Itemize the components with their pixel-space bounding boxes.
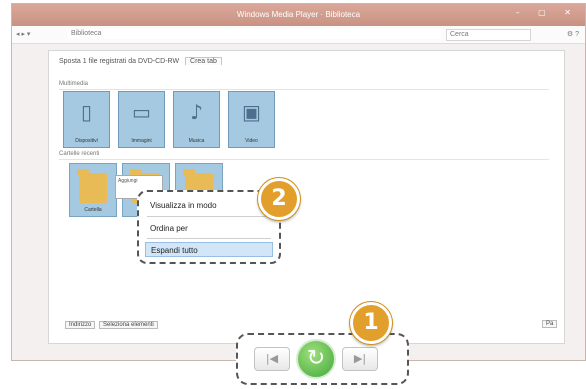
tile-devices[interactable]: ▯ Dispositivi bbox=[63, 91, 110, 148]
page-title: Sposta 1 file registrati da DVD-CD-RW Cr… bbox=[59, 57, 222, 65]
section-divider bbox=[59, 89, 549, 90]
status-item[interactable]: Indirizzo bbox=[65, 321, 96, 329]
picture-icon: ▭ bbox=[132, 100, 151, 124]
navigation-bar: ◂ ▸ ▾ Biblioteca Cerca ⚙ ? bbox=[12, 26, 585, 44]
media-player-window: Windows Media Player · Biblioteca – ▢ ✕ … bbox=[11, 3, 586, 361]
address-bar[interactable]: Biblioteca bbox=[68, 29, 441, 39]
folder-label: Cartella bbox=[84, 207, 102, 213]
status-bar: Indirizzo Seleziona elementi bbox=[65, 321, 160, 329]
music-note-icon: ♪ bbox=[190, 100, 203, 124]
window-controls[interactable]: – ▢ ✕ bbox=[516, 8, 579, 17]
title-bar: Windows Media Player · Biblioteca – ▢ ✕ bbox=[12, 4, 585, 26]
tile-music[interactable]: ♪ Musica bbox=[173, 91, 220, 148]
section-media-label: Multimedia bbox=[59, 81, 89, 87]
status-item[interactable]: Seleziona elementi bbox=[99, 321, 158, 329]
menu-item-expand-all[interactable]: Espandi tutto bbox=[145, 242, 273, 257]
next-track-button[interactable]: ▶| bbox=[342, 347, 378, 371]
tools-icon[interactable]: ⚙ ? bbox=[567, 30, 579, 38]
tab-create[interactable]: Crea tab bbox=[185, 57, 222, 65]
tile-label: Video bbox=[245, 138, 258, 144]
repeat-play-button[interactable]: ↻ bbox=[296, 339, 336, 379]
section-divider bbox=[59, 159, 549, 160]
tile-label: Dispositivi bbox=[75, 138, 98, 144]
tile-video[interactable]: ▣ Video bbox=[228, 91, 275, 148]
back-forward-arrows-icon[interactable]: ◂ ▸ ▾ bbox=[16, 30, 30, 38]
tile-label: Immagini bbox=[131, 138, 152, 144]
search-input[interactable]: Cerca bbox=[446, 29, 531, 41]
playback-controls: |◀ ↻ ▶| bbox=[236, 333, 409, 385]
menu-item-sort-by[interactable]: Ordina per bbox=[145, 221, 278, 236]
menu-separator bbox=[147, 238, 271, 239]
section-folders-label: Cartelle recenti bbox=[59, 151, 100, 157]
folder-item[interactable]: Cartella bbox=[69, 163, 117, 217]
folder-icon bbox=[77, 169, 107, 203]
status-right-button[interactable]: Pa bbox=[542, 320, 558, 328]
window-title: Windows Media Player · Biblioteca bbox=[236, 10, 361, 19]
tile-label: Musica bbox=[188, 138, 205, 144]
step-2-badge: 2 bbox=[258, 178, 300, 220]
previous-track-button[interactable]: |◀ bbox=[254, 347, 290, 371]
video-icon: ▣ bbox=[242, 100, 261, 124]
device-icon: ▯ bbox=[80, 100, 92, 124]
menu-separator bbox=[147, 216, 271, 217]
tile-pictures[interactable]: ▭ Immagini bbox=[118, 91, 165, 148]
page-title-text: Sposta 1 file registrati da DVD-CD-RW bbox=[59, 58, 180, 65]
step-1-badge: 1 bbox=[350, 302, 392, 344]
